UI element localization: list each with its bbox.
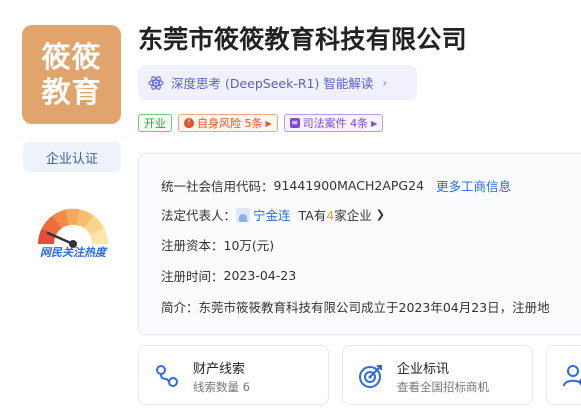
reg-time-value: 2023-04-23 (223, 268, 297, 283)
bid-target-icon (359, 365, 382, 388)
shield-icon: ! (184, 118, 194, 128)
legal-rep-row: 法定代表人： 宁金连 TA有4家企业 ❯ (161, 205, 385, 224)
intro-text: 东莞市筱筱教育科技有限公司成立于2023年04月23日，注册地 (198, 300, 550, 315)
reg-time-label: 注册时间： (161, 269, 224, 284)
status-badge-label: 开业 (144, 117, 166, 130)
atom-icon (148, 75, 164, 90)
document-icon: ≡ (289, 118, 300, 128)
chevron-right-icon: ❯ (375, 208, 385, 221)
property-clue-title: 财产线索 (193, 362, 246, 377)
ta-count: 4 (326, 208, 335, 223)
credit-code-value: 91441900MACH2APG24 (273, 178, 425, 193)
ai-analysis-label: 深度思考 (DeepSeek-R1) 智能解读 (171, 76, 374, 91)
bid-info-subtitle: 查看全国招标商机 (397, 380, 489, 394)
intro-row: 简介： 东莞市筱筱教育科技有限公司成立于2023年04月23日，注册地 (161, 297, 550, 316)
intro-label: 简介： (161, 300, 199, 315)
ta-prefix: TA有 (298, 208, 327, 223)
bid-info-card[interactable]: 企业标讯 查看全国招标商机 (342, 345, 533, 405)
capital-label: 注册资本： (161, 238, 224, 253)
avatar (236, 207, 251, 222)
legal-rep-link[interactable]: 宁金连 (253, 205, 291, 224)
status-badge: 开业 (138, 114, 172, 132)
logo-line-2: 教育 (41, 74, 102, 109)
business-info-card: 统一社会信用代码： 91441900MACH2APG24 更多工商信息 法定代表… (138, 153, 581, 335)
legal-rep-label: 法定代表人： (161, 208, 237, 223)
tag-row: 开业 ! 自身风险 5条 ▶ ≡ 司法案件 4条 ▶ (138, 114, 384, 132)
company-logo: 筱筱 教育 (22, 25, 121, 124)
reg-time-row: 注册时间： 2023-04-23 (161, 266, 296, 285)
risk-tag-label: 自身风险 5条 (197, 117, 263, 130)
ta-suffix: 家企业 (334, 208, 372, 223)
credit-code-row: 统一社会信用代码： 91441900MACH2APG24 更多工商信息 (161, 176, 511, 195)
capital-value: 10万(元) (223, 238, 275, 253)
law-tag[interactable]: ≡ 司法案件 4条 ▶ (283, 114, 384, 132)
caret-right-icon: ▶ (265, 118, 272, 128)
caret-right-icon: ▶ (371, 118, 378, 128)
property-clue-icon (156, 365, 178, 387)
company-profile-page: 筱筱 教育 企业认证 网民关注热度 东莞市筱筱教育科技有限公司 深度思考 (De… (0, 0, 581, 411)
related-companies-link[interactable]: TA有4家企业 (299, 205, 372, 224)
risk-tag[interactable]: ! 自身风险 5条 ▶ (178, 114, 278, 132)
credit-code-label: 统一社会信用代码： (161, 179, 274, 194)
company-name: 东莞市筱筱教育科技有限公司 (138, 25, 467, 54)
certification-button[interactable]: 企业认证 (23, 142, 121, 172)
heat-label: 网民关注热度 (40, 246, 106, 259)
law-tag-label: 司法案件 4条 (302, 117, 369, 130)
more-business-info-link[interactable]: 更多工商信息 (436, 176, 511, 195)
property-clue-card[interactable]: 财产线索 线索数量 6 (138, 345, 329, 405)
property-clue-count: 线索数量 6 (193, 380, 250, 394)
bid-info-title: 企业标讯 (397, 362, 450, 377)
logo-line-1: 筱筱 (41, 39, 102, 74)
user-search-icon (563, 365, 581, 387)
chevron-right-icon: › (382, 75, 388, 90)
ai-analysis-button[interactable]: 深度思考 (DeepSeek-R1) 智能解读 › (138, 65, 417, 100)
partial-card[interactable] (546, 345, 581, 405)
capital-row: 注册资本： 10万(元) (161, 235, 274, 254)
